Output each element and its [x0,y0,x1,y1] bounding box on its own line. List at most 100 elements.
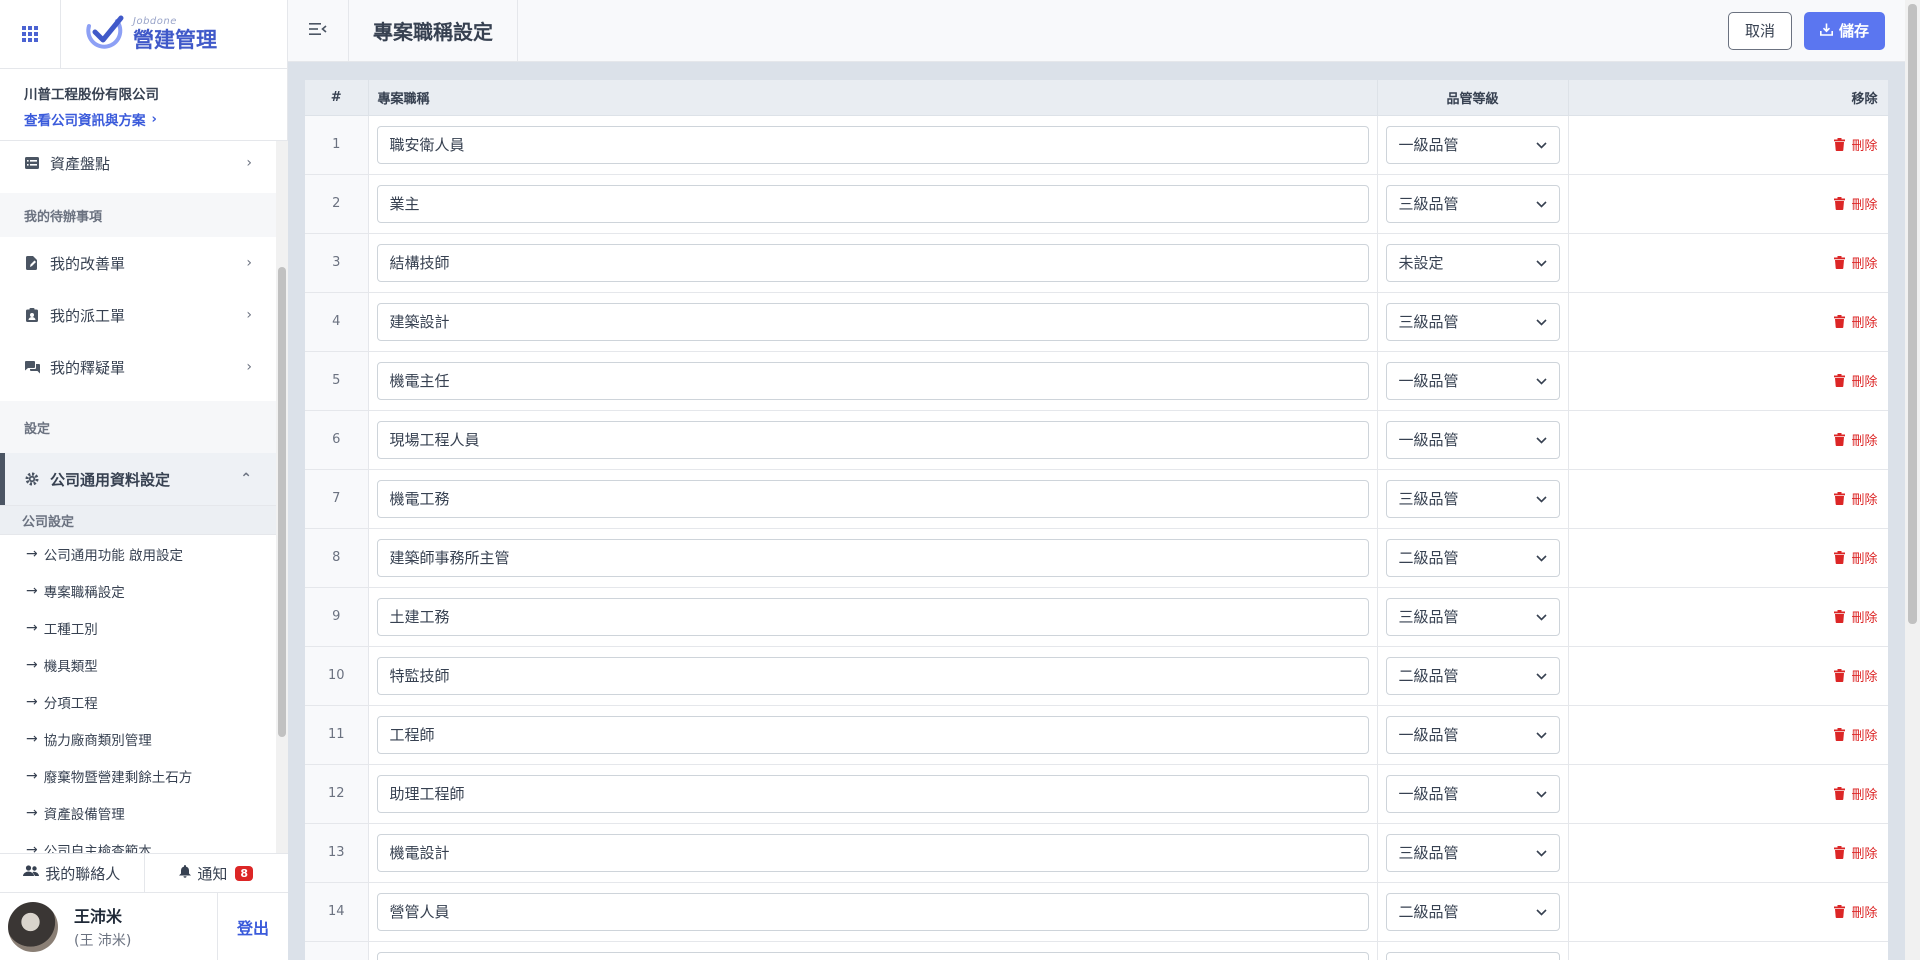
sidebar-item-improvement[interactable]: 我的改善單 › [0,237,276,289]
quality-grade-select[interactable] [1385,951,1560,960]
delete-row-button[interactable]: 刪除 [1834,489,1878,508]
job-title-input[interactable] [376,833,1369,872]
grade-cell: 一級品管 [1377,705,1569,765]
job-title-input[interactable] [376,597,1369,636]
job-title-input[interactable] [376,774,1369,813]
quality-grade-select[interactable]: 二級品管 [1385,892,1560,931]
save-button[interactable]: 儲存 [1803,11,1885,50]
delete-row-button[interactable]: 刪除 [1834,843,1878,862]
delete-row-button[interactable]: 刪除 [1834,607,1878,626]
quality-grade-select[interactable]: 一級品管 [1385,125,1560,164]
sidebar-subitem[interactable]: → 分項工程 [0,683,276,720]
notifications-button[interactable]: 通知 8 [145,854,289,892]
trash-icon [1834,373,1846,387]
delete-row-button[interactable]: 刪除 [1834,312,1878,331]
job-title-input[interactable] [376,656,1369,695]
title-cell [368,233,1378,293]
delete-row-button[interactable]: 刪除 [1834,135,1878,154]
sidebar-scrollbar[interactable] [276,141,288,853]
delete-label: 刪除 [1851,787,1878,803]
sidebar-item-asset-check[interactable]: 資產盤點 › [0,141,276,185]
cancel-button[interactable]: 取消 [1727,11,1792,50]
file-edit-icon [24,255,40,271]
delete-row-button[interactable]: 刪除 [1834,371,1878,390]
delete-row-button[interactable]: 刪除 [1834,194,1878,213]
table-row: 1 一級品管 刪除 [305,115,1888,175]
quality-grade-select[interactable]: 一級品管 [1385,420,1560,459]
arrow-right-icon: → [26,656,38,673]
quality-grade-select[interactable]: 三級品管 [1385,597,1560,636]
sidebar-item-company-common-settings[interactable]: 公司通用資料設定 ⌃ [0,453,276,505]
trash-icon [1834,786,1846,800]
delete-row-button[interactable]: 刪除 [1834,902,1878,921]
sidebar-subitem[interactable]: → 專案職稱設定 [0,572,276,609]
delete-row-button[interactable]: 刪除 [1834,666,1878,685]
job-title-input[interactable] [376,125,1369,164]
row-number: 10 [305,646,369,706]
delete-label: 刪除 [1851,669,1878,685]
job-title-input[interactable] [376,243,1369,282]
job-title-input[interactable] [376,715,1369,754]
table-row: 8 二級品管 刪除 [305,528,1888,588]
sidebar-item-dispatch[interactable]: 我的派工單 › [0,289,276,341]
quality-grade-select[interactable]: 三級品管 [1385,302,1560,341]
company-details-link[interactable]: 查看公司資訊與方案 › [24,109,263,130]
sidebar-subitem[interactable]: → 資產設備管理 [0,794,276,831]
title-cell [368,292,1378,352]
job-title-input[interactable] [376,951,1369,960]
quality-grade-select[interactable]: 一級品管 [1385,774,1560,813]
quality-grade-select[interactable]: 一級品管 [1385,715,1560,754]
sidebar-scrollbar-thumb[interactable] [278,267,286,737]
brand[interactable]: Jobdone 營建管理 [61,0,217,68]
contacts-label: 我的聯絡人 [45,864,121,883]
user-alias: (王 沛米) [74,933,132,949]
job-title-input[interactable] [376,302,1369,341]
delete-row-button[interactable]: 刪除 [1834,548,1878,567]
quality-grade-value: 二級品管 [1398,903,1459,921]
chevron-right-icon: › [151,111,157,127]
quality-grade-select[interactable]: 二級品管 [1385,656,1560,695]
quality-grade-select[interactable]: 二級品管 [1385,538,1560,577]
sidebar-nav: 資產盤點 › 我的待辦事項 我的改善單 › 我的派工單 › 我的釋疑單 › 設定 [0,141,276,853]
sidebar-subitem[interactable]: → 廢棄物暨營建剩餘土石方 [0,757,276,794]
quality-grade-select[interactable]: 三級品管 [1385,184,1560,223]
job-title-input[interactable] [376,361,1369,400]
sidebar-subitem[interactable]: → 機具類型 [0,646,276,683]
trash-icon [1834,255,1846,269]
company-details-link-label: 查看公司資訊與方案 [24,113,146,129]
job-title-input[interactable] [376,479,1369,518]
delete-row-button[interactable]: 刪除 [1834,784,1878,803]
quality-grade-select[interactable]: 未設定 [1385,243,1560,282]
grade-cell: 一級品管 [1377,764,1569,824]
page-scrollbar[interactable] [1905,0,1920,960]
sidebar-subitem[interactable]: → 公司通用功能 啟用設定 [0,535,276,572]
job-title-input[interactable] [376,184,1369,223]
arrow-right-icon: → [26,619,38,636]
apps-menu-button[interactable] [0,0,61,68]
gear-icon [24,471,40,487]
job-title-input[interactable] [376,420,1369,459]
quality-grade-select[interactable]: 三級品管 [1385,479,1560,518]
quality-grade-value: 三級品管 [1398,844,1459,862]
logout-button[interactable]: 登出 [218,893,288,960]
grade-cell [1377,941,1569,960]
job-title-input[interactable] [376,538,1369,577]
quality-grade-select[interactable]: 三級品管 [1385,833,1560,872]
grade-cell: 三級品管 [1377,469,1569,529]
delete-label: 刪除 [1851,492,1878,508]
sidebar-toggle-button[interactable] [288,0,349,62]
sidebar-subitem[interactable]: → 協力廠商類別管理 [0,720,276,757]
page-scrollbar-thumb[interactable] [1908,4,1917,624]
delete-row-button[interactable]: 刪除 [1834,725,1878,744]
job-title-input[interactable] [376,892,1369,931]
quality-grade-select[interactable]: 一級品管 [1385,361,1560,400]
delete-row-button[interactable]: 刪除 [1834,430,1878,449]
sidebar-subitem-label: 分項工程 [43,695,98,712]
user-profile[interactable]: 王沛米 (王 沛米) [0,893,218,960]
sidebar-subitem[interactable]: → 工種工別 [0,609,276,646]
contacts-button[interactable]: 我的聯絡人 [0,854,145,892]
delete-row-button[interactable]: 刪除 [1834,253,1878,272]
sidebar-subitem[interactable]: → 公司自主檢查範本 [0,831,276,854]
sidebar-item-clarification[interactable]: 我的釋疑單 › [0,341,276,393]
chevron-down-icon [1535,197,1547,211]
